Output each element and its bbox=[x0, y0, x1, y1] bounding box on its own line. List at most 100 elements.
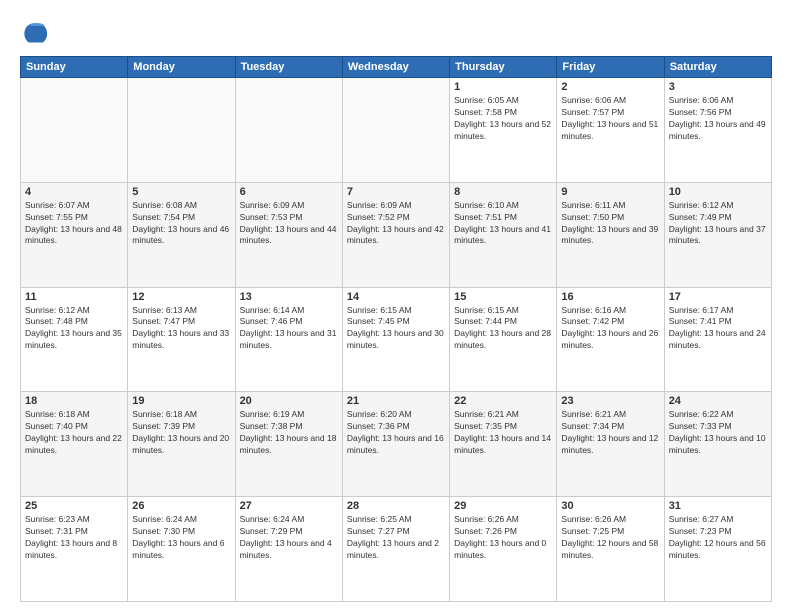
day-number: 18 bbox=[25, 395, 123, 407]
day-number: 1 bbox=[454, 81, 552, 93]
day-number: 8 bbox=[454, 186, 552, 198]
day-info: Sunrise: 6:24 AM Sunset: 7:29 PM Dayligh… bbox=[240, 514, 338, 562]
calendar-cell: 6 Sunrise: 6:09 AM Sunset: 7:53 PM Dayli… bbox=[235, 182, 342, 287]
day-info: Sunrise: 6:25 AM Sunset: 7:27 PM Dayligh… bbox=[347, 514, 445, 562]
page-header bbox=[20, 18, 772, 46]
calendar-cell: 7 Sunrise: 6:09 AM Sunset: 7:52 PM Dayli… bbox=[342, 182, 449, 287]
day-number: 10 bbox=[669, 186, 767, 198]
day-info: Sunrise: 6:18 AM Sunset: 7:40 PM Dayligh… bbox=[25, 409, 123, 457]
calendar-cell: 30 Sunrise: 6:26 AM Sunset: 7:25 PM Dayl… bbox=[557, 497, 664, 602]
day-info: Sunrise: 6:18 AM Sunset: 7:39 PM Dayligh… bbox=[132, 409, 230, 457]
day-info: Sunrise: 6:06 AM Sunset: 7:56 PM Dayligh… bbox=[669, 95, 767, 143]
day-number: 9 bbox=[561, 186, 659, 198]
day-info: Sunrise: 6:16 AM Sunset: 7:42 PM Dayligh… bbox=[561, 305, 659, 353]
day-info: Sunrise: 6:11 AM Sunset: 7:50 PM Dayligh… bbox=[561, 200, 659, 248]
logo bbox=[20, 18, 52, 46]
calendar-cell: 16 Sunrise: 6:16 AM Sunset: 7:42 PM Dayl… bbox=[557, 287, 664, 392]
calendar-cell bbox=[128, 78, 235, 183]
dow-header-monday: Monday bbox=[128, 57, 235, 78]
day-number: 13 bbox=[240, 291, 338, 303]
day-number: 15 bbox=[454, 291, 552, 303]
calendar-cell: 26 Sunrise: 6:24 AM Sunset: 7:30 PM Dayl… bbox=[128, 497, 235, 602]
dow-header-saturday: Saturday bbox=[664, 57, 771, 78]
day-info: Sunrise: 6:22 AM Sunset: 7:33 PM Dayligh… bbox=[669, 409, 767, 457]
day-number: 3 bbox=[669, 81, 767, 93]
day-number: 6 bbox=[240, 186, 338, 198]
calendar-cell: 11 Sunrise: 6:12 AM Sunset: 7:48 PM Dayl… bbox=[21, 287, 128, 392]
day-number: 4 bbox=[25, 186, 123, 198]
day-number: 16 bbox=[561, 291, 659, 303]
day-info: Sunrise: 6:12 AM Sunset: 7:49 PM Dayligh… bbox=[669, 200, 767, 248]
calendar-cell: 21 Sunrise: 6:20 AM Sunset: 7:36 PM Dayl… bbox=[342, 392, 449, 497]
day-number: 26 bbox=[132, 500, 230, 512]
day-info: Sunrise: 6:23 AM Sunset: 7:31 PM Dayligh… bbox=[25, 514, 123, 562]
day-info: Sunrise: 6:21 AM Sunset: 7:34 PM Dayligh… bbox=[561, 409, 659, 457]
dow-header-friday: Friday bbox=[557, 57, 664, 78]
day-info: Sunrise: 6:24 AM Sunset: 7:30 PM Dayligh… bbox=[132, 514, 230, 562]
dow-header-tuesday: Tuesday bbox=[235, 57, 342, 78]
day-info: Sunrise: 6:09 AM Sunset: 7:52 PM Dayligh… bbox=[347, 200, 445, 248]
calendar-cell: 19 Sunrise: 6:18 AM Sunset: 7:39 PM Dayl… bbox=[128, 392, 235, 497]
day-info: Sunrise: 6:07 AM Sunset: 7:55 PM Dayligh… bbox=[25, 200, 123, 248]
calendar-cell bbox=[342, 78, 449, 183]
day-info: Sunrise: 6:09 AM Sunset: 7:53 PM Dayligh… bbox=[240, 200, 338, 248]
calendar-cell: 2 Sunrise: 6:06 AM Sunset: 7:57 PM Dayli… bbox=[557, 78, 664, 183]
calendar-cell: 22 Sunrise: 6:21 AM Sunset: 7:35 PM Dayl… bbox=[450, 392, 557, 497]
day-number: 28 bbox=[347, 500, 445, 512]
day-number: 12 bbox=[132, 291, 230, 303]
day-number: 17 bbox=[669, 291, 767, 303]
calendar-cell bbox=[235, 78, 342, 183]
day-info: Sunrise: 6:17 AM Sunset: 7:41 PM Dayligh… bbox=[669, 305, 767, 353]
day-number: 24 bbox=[669, 395, 767, 407]
calendar-cell: 29 Sunrise: 6:26 AM Sunset: 7:26 PM Dayl… bbox=[450, 497, 557, 602]
dow-header-wednesday: Wednesday bbox=[342, 57, 449, 78]
day-info: Sunrise: 6:26 AM Sunset: 7:25 PM Dayligh… bbox=[561, 514, 659, 562]
day-number: 27 bbox=[240, 500, 338, 512]
day-number: 25 bbox=[25, 500, 123, 512]
calendar-cell: 14 Sunrise: 6:15 AM Sunset: 7:45 PM Dayl… bbox=[342, 287, 449, 392]
calendar-cell: 12 Sunrise: 6:13 AM Sunset: 7:47 PM Dayl… bbox=[128, 287, 235, 392]
day-info: Sunrise: 6:05 AM Sunset: 7:58 PM Dayligh… bbox=[454, 95, 552, 143]
calendar-cell: 13 Sunrise: 6:14 AM Sunset: 7:46 PM Dayl… bbox=[235, 287, 342, 392]
calendar-cell: 28 Sunrise: 6:25 AM Sunset: 7:27 PM Dayl… bbox=[342, 497, 449, 602]
dow-header-sunday: Sunday bbox=[21, 57, 128, 78]
calendar: SundayMondayTuesdayWednesdayThursdayFrid… bbox=[20, 56, 772, 602]
dow-header-thursday: Thursday bbox=[450, 57, 557, 78]
day-info: Sunrise: 6:26 AM Sunset: 7:26 PM Dayligh… bbox=[454, 514, 552, 562]
day-number: 29 bbox=[454, 500, 552, 512]
calendar-cell: 4 Sunrise: 6:07 AM Sunset: 7:55 PM Dayli… bbox=[21, 182, 128, 287]
calendar-cell: 1 Sunrise: 6:05 AM Sunset: 7:58 PM Dayli… bbox=[450, 78, 557, 183]
calendar-cell: 23 Sunrise: 6:21 AM Sunset: 7:34 PM Dayl… bbox=[557, 392, 664, 497]
day-info: Sunrise: 6:12 AM Sunset: 7:48 PM Dayligh… bbox=[25, 305, 123, 353]
day-info: Sunrise: 6:06 AM Sunset: 7:57 PM Dayligh… bbox=[561, 95, 659, 143]
calendar-cell: 17 Sunrise: 6:17 AM Sunset: 7:41 PM Dayl… bbox=[664, 287, 771, 392]
calendar-cell: 27 Sunrise: 6:24 AM Sunset: 7:29 PM Dayl… bbox=[235, 497, 342, 602]
calendar-cell: 3 Sunrise: 6:06 AM Sunset: 7:56 PM Dayli… bbox=[664, 78, 771, 183]
day-info: Sunrise: 6:21 AM Sunset: 7:35 PM Dayligh… bbox=[454, 409, 552, 457]
day-number: 5 bbox=[132, 186, 230, 198]
day-number: 14 bbox=[347, 291, 445, 303]
day-number: 23 bbox=[561, 395, 659, 407]
calendar-cell: 31 Sunrise: 6:27 AM Sunset: 7:23 PM Dayl… bbox=[664, 497, 771, 602]
day-number: 20 bbox=[240, 395, 338, 407]
calendar-cell: 8 Sunrise: 6:10 AM Sunset: 7:51 PM Dayli… bbox=[450, 182, 557, 287]
day-number: 19 bbox=[132, 395, 230, 407]
day-info: Sunrise: 6:08 AM Sunset: 7:54 PM Dayligh… bbox=[132, 200, 230, 248]
calendar-cell: 5 Sunrise: 6:08 AM Sunset: 7:54 PM Dayli… bbox=[128, 182, 235, 287]
day-number: 11 bbox=[25, 291, 123, 303]
logo-icon bbox=[20, 18, 48, 46]
day-number: 21 bbox=[347, 395, 445, 407]
calendar-cell: 25 Sunrise: 6:23 AM Sunset: 7:31 PM Dayl… bbox=[21, 497, 128, 602]
day-number: 2 bbox=[561, 81, 659, 93]
day-number: 30 bbox=[561, 500, 659, 512]
day-info: Sunrise: 6:20 AM Sunset: 7:36 PM Dayligh… bbox=[347, 409, 445, 457]
day-info: Sunrise: 6:19 AM Sunset: 7:38 PM Dayligh… bbox=[240, 409, 338, 457]
calendar-cell: 15 Sunrise: 6:15 AM Sunset: 7:44 PM Dayl… bbox=[450, 287, 557, 392]
calendar-cell: 10 Sunrise: 6:12 AM Sunset: 7:49 PM Dayl… bbox=[664, 182, 771, 287]
day-info: Sunrise: 6:15 AM Sunset: 7:44 PM Dayligh… bbox=[454, 305, 552, 353]
calendar-cell: 20 Sunrise: 6:19 AM Sunset: 7:38 PM Dayl… bbox=[235, 392, 342, 497]
day-info: Sunrise: 6:27 AM Sunset: 7:23 PM Dayligh… bbox=[669, 514, 767, 562]
calendar-cell bbox=[21, 78, 128, 183]
day-info: Sunrise: 6:13 AM Sunset: 7:47 PM Dayligh… bbox=[132, 305, 230, 353]
calendar-cell: 24 Sunrise: 6:22 AM Sunset: 7:33 PM Dayl… bbox=[664, 392, 771, 497]
